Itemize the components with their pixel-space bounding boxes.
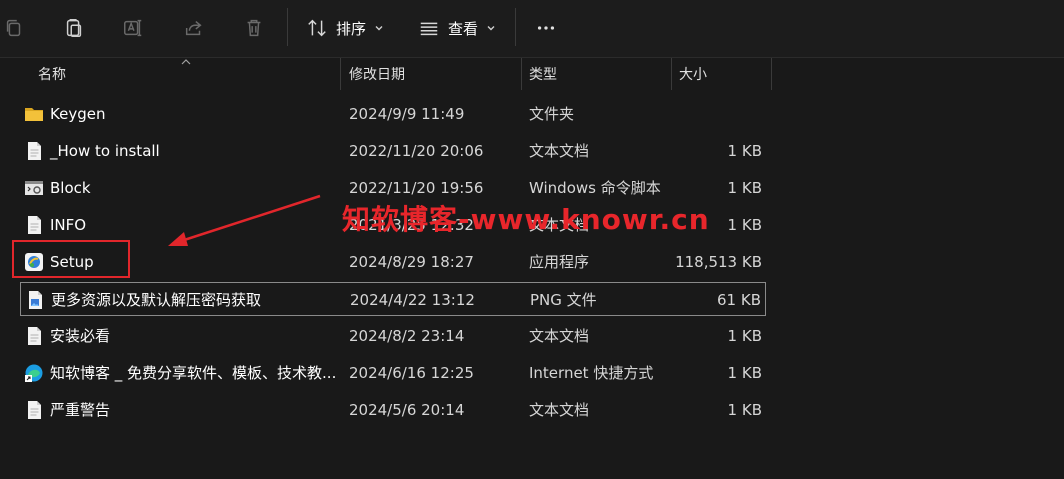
column-header-modified[interactable]: 修改日期 (349, 58, 405, 90)
folder-icon (25, 108, 43, 121)
image-file-icon (29, 291, 42, 309)
file-row-setup[interactable]: Setup 2024/8/29 18:27 应用程序 118,513 KB (20, 245, 766, 279)
file-date: 2024/4/22 13:12 (350, 291, 475, 309)
file-size: 1 KB (727, 327, 762, 345)
text-file-icon (28, 142, 41, 160)
rename-icon (124, 19, 142, 37)
column-header-name[interactable]: 名称 (38, 58, 66, 90)
file-type: Internet 快捷方式 (529, 364, 654, 382)
file-row-resources-png[interactable]: 更多资源以及默认解压密码获取 2024/4/22 13:12 PNG 文件 61… (20, 282, 766, 316)
file-name: Keygen (50, 105, 106, 123)
file-row-how-to-install[interactable]: _How to install 2022/11/20 20:06 文本文档 1 … (20, 134, 766, 168)
file-size: 118,513 KB (675, 253, 762, 271)
command-bar: 排序 查看 (0, 0, 1064, 58)
file-date: 2022/11/20 20:06 (349, 142, 484, 160)
file-name: Block (50, 179, 91, 197)
column-header-size[interactable]: 大小 (679, 58, 707, 90)
setup-highlight-box (12, 240, 130, 278)
sort-ascending-caret-icon (181, 59, 191, 65)
file-row-web-shortcut[interactable]: 知软博客 _ 免费分享软件、模板、技术教... 2024/6/16 12:25 … (20, 356, 766, 390)
watermark-text: 知软博客-www.knowr.cn (342, 203, 710, 236)
copy-button[interactable] (0, 10, 32, 46)
file-date: 2024/8/29 18:27 (349, 253, 474, 271)
trash-icon (247, 19, 261, 37)
file-name: 更多资源以及默认解压密码获取 (51, 291, 262, 309)
file-type: 文本文档 (529, 327, 590, 345)
file-name: 知软博客 _ 免费分享软件、模板、技术教... (50, 364, 337, 382)
column-divider[interactable] (340, 58, 341, 90)
sort-button[interactable]: 排序 (306, 12, 384, 44)
view-label: 查看 (448, 19, 479, 38)
view-button[interactable]: 查看 (418, 12, 496, 44)
column-divider[interactable] (671, 58, 672, 90)
file-type: PNG 文件 (530, 291, 597, 309)
text-file-icon (28, 216, 41, 234)
file-type: 文本文档 (529, 401, 590, 419)
sort-icon (308, 19, 326, 37)
file-size: 1 KB (727, 179, 762, 197)
file-date: 2024/5/6 20:14 (349, 401, 465, 419)
paste-button[interactable] (56, 10, 92, 46)
column-divider[interactable] (521, 58, 522, 90)
text-file-icon (28, 401, 41, 419)
file-date: 2024/8/2 23:14 (349, 327, 465, 345)
text-file-icon (28, 327, 41, 345)
script-icon (25, 181, 43, 195)
file-size: 1 KB (727, 216, 762, 234)
paste-icon (66, 19, 82, 37)
file-row-serious-warning[interactable]: 严重警告 2024/5/6 20:14 文本文档 1 KB (20, 393, 766, 427)
annotation-arrow-icon (168, 194, 321, 246)
view-list-icon (420, 22, 438, 36)
toolbar-separator (515, 8, 516, 46)
toolbar-separator (287, 8, 288, 46)
file-row-keygen[interactable]: Keygen 2024/9/9 11:49 文件夹 (20, 97, 766, 131)
column-header-row: 名称 修改日期 类型 大小 (0, 58, 772, 90)
sort-label: 排序 (336, 19, 367, 38)
delete-button[interactable] (236, 10, 272, 46)
file-size: 61 KB (717, 291, 761, 309)
file-type: 文本文档 (529, 142, 590, 160)
share-button[interactable] (176, 10, 212, 46)
file-name: _How to install (50, 142, 160, 160)
copy-icon (6, 19, 21, 37)
chevron-down-icon (375, 26, 383, 31)
file-size: 1 KB (727, 401, 762, 419)
file-size: 1 KB (727, 142, 762, 160)
file-name: 严重警告 (50, 401, 111, 419)
more-icon (537, 26, 555, 30)
rename-button[interactable] (115, 10, 151, 46)
file-type: 应用程序 (529, 253, 590, 271)
web-shortcut-icon (25, 364, 43, 382)
column-header-type[interactable]: 类型 (529, 58, 557, 90)
file-name: INFO (50, 216, 87, 234)
file-size: 1 KB (727, 364, 762, 382)
file-date: 2024/6/16 12:25 (349, 364, 474, 382)
file-row-must-read[interactable]: 安装必看 2024/8/2 23:14 文本文档 1 KB (20, 319, 766, 353)
chevron-down-icon (487, 26, 495, 31)
file-name: 安装必看 (50, 327, 111, 345)
share-icon (185, 21, 202, 36)
column-divider[interactable] (771, 58, 772, 90)
file-type: 文件夹 (529, 105, 575, 123)
file-date: 2024/9/9 11:49 (349, 105, 465, 123)
more-options-button[interactable] (528, 10, 564, 46)
